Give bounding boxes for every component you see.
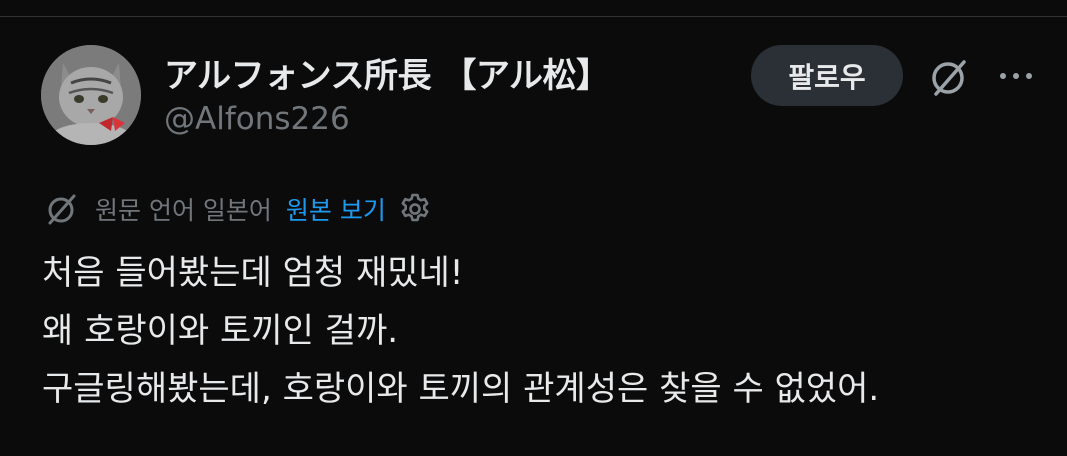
tweet-text: 처음 들어봤는데 엄청 재밌네! 왜 호랑이와 토끼인 걸까. 구글링해봤는데,… <box>42 244 1042 418</box>
tweet-line: 처음 들어봤는데 엄청 재밌네! <box>42 253 464 293</box>
user-handle[interactable]: @Alfons226 <box>164 101 350 137</box>
display-name[interactable]: アルフォンス所長 【アル松】 <box>164 48 610 97</box>
tweet-line: 구글링해봤는데, 호랑이와 토끼의 관계성은 찾을 수 없었어. <box>42 369 880 409</box>
original-language-note: 원문 언어 일본어 <box>95 196 272 225</box>
grok-translate-icon <box>48 194 76 225</box>
avatar[interactable] <box>41 45 141 145</box>
tweet-line: 왜 호랑이와 토끼인 걸까. <box>42 311 399 351</box>
gear-icon[interactable] <box>398 192 432 226</box>
grok-icon[interactable] <box>928 56 970 98</box>
follow-button[interactable]: 팔로우 <box>751 45 903 106</box>
show-original-link[interactable]: 원본 보기 <box>286 191 386 227</box>
more-icon[interactable] <box>996 63 1036 89</box>
tweet-page: アルフォンス所長 【アル松】 @Alfons226 팔로우 원문 언어 일본어 … <box>0 0 1067 456</box>
cat-avatar-icon <box>41 45 141 145</box>
top-divider <box>0 16 1067 17</box>
translation-row: 원문 언어 일본어 원본 보기 <box>44 188 432 230</box>
